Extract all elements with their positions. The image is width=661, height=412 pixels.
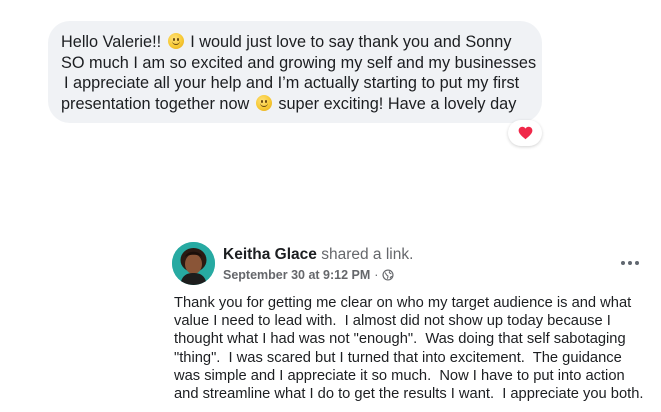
slightly-smiling-face-icon	[255, 94, 272, 111]
post-text-line: was simple and I appreciate it so much. …	[174, 367, 625, 384]
more-options-icon[interactable]	[616, 253, 644, 273]
dot	[621, 261, 625, 265]
message-line: SO much I am so excited and growing my s…	[61, 53, 542, 74]
post-timestamp[interactable]: September 30 at 9:12 PM	[223, 268, 370, 282]
post-text-line: thought what I had was not "enough". Was…	[174, 331, 626, 348]
message-line: I appreciate all your help and I’m actua…	[61, 73, 542, 94]
message-text: I appreciate all your help and I’m actua…	[64, 74, 520, 92]
reaction-badge[interactable]	[508, 120, 542, 146]
message-text: Hello Valerie!!	[61, 33, 166, 51]
message-text: presentation together now	[61, 94, 254, 113]
globe-icon[interactable]	[382, 269, 395, 281]
message-text: I would just love to say thank you and S…	[185, 33, 512, 51]
meta-separator: ·	[374, 268, 379, 282]
post-text-line: Thank you for getting me clear on who my…	[174, 295, 632, 311]
author-name[interactable]: Keitha Glace	[223, 246, 317, 263]
slightly-smiling-face-icon	[167, 33, 184, 49]
message-text: SO much I am so excited and growing my s…	[61, 53, 537, 72]
dot	[628, 261, 632, 265]
message-line: presentation together now super exciting…	[61, 94, 542, 115]
message-text: super exciting! Have a lovely day	[273, 94, 517, 113]
post-body: Thank you for getting me clear on who my…	[174, 294, 643, 403]
profile-photo	[172, 242, 215, 285]
post-action: shared a link.	[321, 246, 414, 263]
message-bubble[interactable]: Hello Valerie!! I would just love to say…	[48, 21, 542, 123]
post-text-line: and streamline what I do to get the resu…	[174, 386, 644, 403]
heart-icon	[518, 126, 532, 140]
post-text-line: "thing". I was scared but I turned that …	[174, 349, 622, 366]
avatar[interactable]	[172, 242, 215, 285]
post-text-line: value I need to lead with. I almost did …	[174, 313, 611, 330]
dot	[635, 261, 639, 265]
message-line: Hello Valerie!! I would just love to say…	[61, 32, 542, 53]
post-author-line: Keitha Glace shared a link.	[223, 246, 413, 264]
post-meta: September 30 at 9:12 PM ·	[223, 268, 395, 282]
